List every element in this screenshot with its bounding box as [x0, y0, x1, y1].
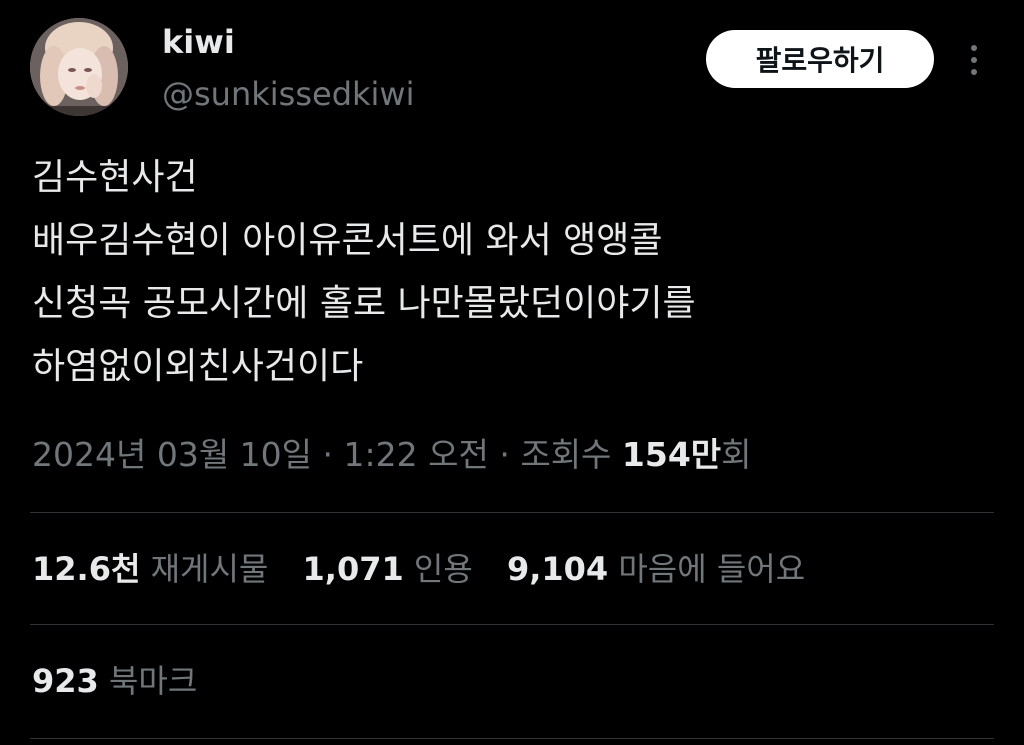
tweet-text-line: 김수현사건: [32, 157, 198, 198]
tweet-text: 김수현사건 배우김수현이 아이유콘서트에 와서 앵앵콜 신청곡 공모시간에 홀로…: [32, 146, 992, 398]
tweet-detail: kiwi @sunkissedkiwi 팔로우하기 김수현사건 배우김수현이 아…: [0, 0, 1024, 745]
dot: [971, 45, 977, 51]
likes-label: 마음에 들어요: [618, 550, 806, 588]
dot: [971, 69, 977, 75]
meta-separator: ·: [312, 435, 344, 474]
more-options-icon[interactable]: [960, 42, 988, 78]
tweet-text-line: 하염없이외친사건이다: [32, 346, 364, 387]
quotes-count: 1,071: [302, 550, 404, 588]
bookmarks-stat[interactable]: 923 북마크: [32, 656, 197, 706]
tweet-time[interactable]: 1:22 오전: [344, 435, 489, 474]
follow-button[interactable]: 팔로우하기: [706, 30, 934, 88]
reposts-stat[interactable]: 12.6천 재게시물: [32, 544, 268, 594]
meta-separator: ·: [488, 435, 521, 474]
user-names: kiwi @sunkissedkiwi: [162, 22, 414, 116]
divider: [30, 738, 994, 739]
tweet-text-line: 신청곡 공모시간에 홀로 나만몰랐던이야기를: [32, 283, 696, 324]
reposts-label: 재게시물: [150, 550, 269, 588]
engagement-stats: 12.6천 재게시물 1,071 인용 9,104 마음에 들어요: [32, 544, 829, 594]
tweet-meta: 2024년 03월 10일 · 1:22 오전 · 조회수 154만회: [32, 430, 752, 480]
tweet-text-line: 배우김수현이 아이유콘서트에 와서 앵앵콜: [32, 220, 663, 261]
bookmarks-label: 북마크: [108, 662, 198, 700]
views-suffix: 회: [721, 435, 752, 474]
views-prefix: 조회수: [520, 435, 622, 474]
tweet-header: kiwi @sunkissedkiwi 팔로우하기: [30, 18, 1000, 118]
tweet-date[interactable]: 2024년 03월 10일: [32, 435, 312, 474]
divider: [30, 512, 994, 513]
dot: [971, 57, 977, 63]
bookmarks-count: 923: [32, 662, 99, 700]
profile-photo-icon: [30, 18, 128, 116]
display-name[interactable]: kiwi: [162, 22, 414, 62]
avatar[interactable]: [30, 18, 128, 116]
quotes-stat[interactable]: 1,071 인용: [303, 544, 473, 594]
quotes-label: 인용: [413, 550, 473, 588]
divider: [30, 624, 994, 625]
likes-stat[interactable]: 9,104 마음에 들어요: [507, 544, 805, 594]
likes-count: 9,104: [506, 550, 609, 588]
user-handle[interactable]: @sunkissedkiwi: [162, 72, 414, 116]
reposts-count: 12.6천: [32, 550, 141, 588]
views-count: 154만: [621, 435, 722, 474]
